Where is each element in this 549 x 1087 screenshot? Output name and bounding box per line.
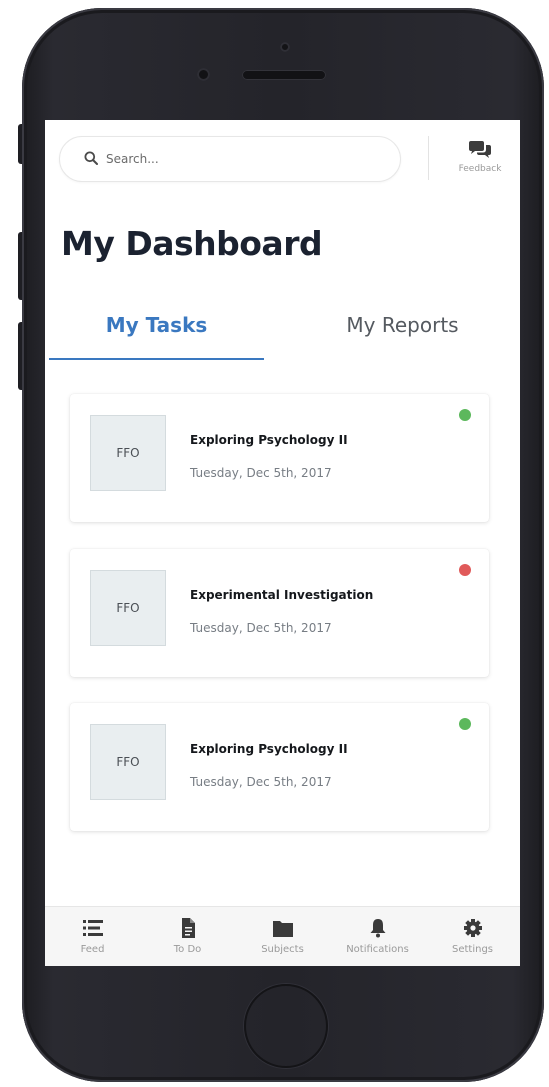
task-card[interactable]: FFO Exploring Psychology II Tuesday, Dec… <box>70 703 489 831</box>
tab-bar: My Tasks My Reports <box>49 300 516 360</box>
folder-icon <box>272 921 293 937</box>
task-thumbnail: FFO <box>90 415 166 491</box>
task-title: Exploring Psychology II <box>190 433 348 447</box>
feed-list-icon <box>82 920 103 936</box>
app-screen: Feedback My Dashboard My Tasks My Report… <box>45 120 520 966</box>
nav-item-feed[interactable]: Feed <box>45 907 140 966</box>
task-date: Tuesday, Dec 5th, 2017 <box>190 621 332 635</box>
nav-label: To Do <box>173 944 202 955</box>
active-tab-indicator <box>49 358 264 360</box>
nav-item-to-do[interactable]: To Do <box>140 907 235 966</box>
task-date: Tuesday, Dec 5th, 2017 <box>190 775 332 789</box>
nav-label: Notifications <box>346 944 409 955</box>
proximity-sensor <box>197 68 210 81</box>
task-date: Tuesday, Dec 5th, 2017 <box>190 466 332 480</box>
bottom-nav: Feed To Do Subjects Notifications Settin… <box>45 906 520 966</box>
document-icon <box>181 918 195 938</box>
home-button[interactable] <box>244 984 328 1068</box>
nav-label: Feed <box>80 944 105 955</box>
search-input[interactable] <box>106 145 386 173</box>
topbar-divider <box>428 136 429 180</box>
nav-item-settings[interactable]: Settings <box>425 907 520 966</box>
tab-my-reports[interactable]: My Reports <box>289 300 516 360</box>
task-thumbnail: FFO <box>90 724 166 800</box>
device-frame: Feedback My Dashboard My Tasks My Report… <box>0 0 549 1087</box>
nav-item-subjects[interactable]: Subjects <box>235 907 330 966</box>
nav-item-notifications[interactable]: Notifications <box>330 907 425 966</box>
gear-icon <box>463 919 482 937</box>
task-card[interactable]: FFO Exploring Psychology II Tuesday, Dec… <box>70 394 489 522</box>
task-title: Exploring Psychology II <box>190 742 348 756</box>
nav-label: Settings <box>451 944 493 955</box>
bell-icon <box>370 919 385 938</box>
nav-label: Subjects <box>261 944 304 955</box>
status-dot <box>459 718 471 730</box>
task-title: Experimental Investigation <box>190 588 374 602</box>
search-icon <box>84 151 98 165</box>
feedback-button[interactable]: Feedback <box>445 138 515 182</box>
earpiece-speaker <box>242 70 326 80</box>
search-bar[interactable] <box>59 136 401 182</box>
front-camera <box>280 42 290 52</box>
tab-my-tasks[interactable]: My Tasks <box>49 300 264 360</box>
status-dot <box>459 409 471 421</box>
task-card[interactable]: FFO Experimental Investigation Tuesday, … <box>70 549 489 677</box>
chat-bubbles-icon <box>469 141 491 158</box>
task-thumbnail: FFO <box>90 570 166 646</box>
status-dot <box>459 564 471 576</box>
page-title: My Dashboard <box>61 224 323 263</box>
feedback-label: Feedback <box>458 164 502 174</box>
top-bar: Feedback <box>45 120 520 200</box>
